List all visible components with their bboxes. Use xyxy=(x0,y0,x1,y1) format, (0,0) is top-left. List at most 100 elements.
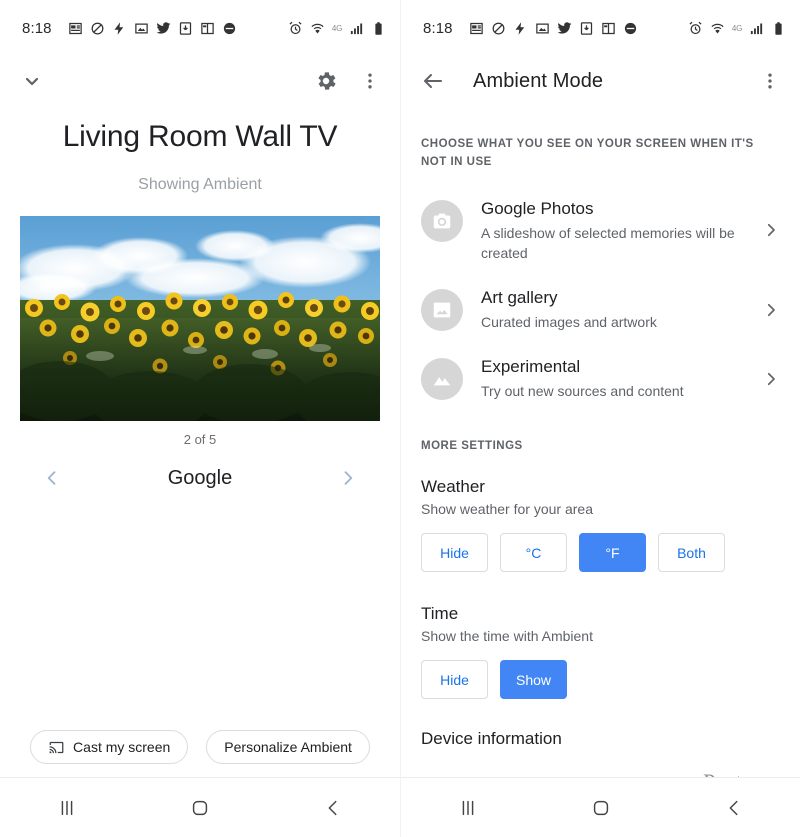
time-setting: Time Show the time with Ambient Hide Sho… xyxy=(401,604,800,700)
no-sim-icon xyxy=(491,21,506,36)
weather-option-celsius[interactable]: °C xyxy=(500,533,567,573)
cast-my-screen-label: Cast my screen xyxy=(73,739,171,755)
list-item-description: A slideshow of selected memories will be… xyxy=(481,224,735,261)
photo-icon xyxy=(535,21,550,36)
list-item-google-photos[interactable]: Google Photos A slideshow of selected me… xyxy=(401,186,800,276)
twitter-icon xyxy=(557,21,572,36)
more-notifications-icon xyxy=(222,21,237,36)
recents-icon[interactable] xyxy=(56,797,78,819)
chevron-down-icon[interactable] xyxy=(20,69,44,93)
news-icon xyxy=(469,21,484,36)
status-bar-clock-2: 8:18 xyxy=(423,19,453,37)
status-bar-left: 8:18 4G xyxy=(0,0,400,56)
photo-icon xyxy=(134,21,149,36)
time-description: Show the time with Ambient xyxy=(421,628,593,645)
chevron-right-icon[interactable] xyxy=(338,465,358,491)
book-icon xyxy=(200,21,215,36)
left-bottom-actions: Cast my screen Personalize Ambient xyxy=(0,730,400,764)
weather-description: Show weather for your area xyxy=(421,501,593,518)
gear-icon[interactable] xyxy=(314,69,338,93)
battery-icon xyxy=(371,21,386,36)
list-item-experimental[interactable]: Experimental Try out new sources and con… xyxy=(401,344,800,413)
list-item-art-gallery[interactable]: Art gallery Curated images and artwork xyxy=(401,275,800,344)
time-options: Hide Show xyxy=(421,660,780,700)
ambient-source-carousel: Google xyxy=(0,465,400,491)
android-nav-bar-left xyxy=(0,777,400,837)
signal-icon xyxy=(349,21,364,36)
dual-screenshot: 8:18 4G Living Room Wall TV Showing Ambi… xyxy=(0,0,800,837)
status-bar-right-group-2: 4G xyxy=(688,21,786,36)
arrow-left-icon[interactable] xyxy=(421,69,445,93)
status-bar-left-group: 8:18 xyxy=(22,20,288,37)
device-status-text: Showing Ambient xyxy=(138,176,262,193)
wifi-icon xyxy=(310,21,325,36)
signal-icon xyxy=(749,21,764,36)
weather-options: Hide °C °F Both xyxy=(421,533,780,573)
weather-setting: Weather Show weather for your area Hide … xyxy=(401,477,800,573)
device-information-row[interactable]: Device information xyxy=(401,729,800,749)
twitter-icon xyxy=(156,21,171,36)
wifi-icon xyxy=(710,21,725,36)
no-sim-icon xyxy=(90,21,105,36)
flash-icon xyxy=(513,21,528,36)
cast-my-screen-button[interactable]: Cast my screen xyxy=(30,730,189,764)
camera-icon xyxy=(421,199,463,242)
chevron-right-icon[interactable] xyxy=(762,370,780,388)
personalize-ambient-label: Personalize Ambient xyxy=(224,739,352,755)
carousel-source-label: Google xyxy=(167,466,233,489)
image-icon xyxy=(421,289,463,332)
list-item-text: Experimental Try out new sources and con… xyxy=(481,356,744,401)
back-icon[interactable] xyxy=(723,797,745,819)
left-header-actions xyxy=(314,69,380,93)
back-icon[interactable] xyxy=(322,797,344,819)
list-item-text: Google Photos A slideshow of selected me… xyxy=(481,198,744,264)
sunflower-field-photo xyxy=(20,216,380,421)
page-title: Ambient Mode xyxy=(473,69,604,92)
network-type-label-2: 4G xyxy=(731,23,742,33)
weather-title: Weather xyxy=(421,477,485,497)
personalize-ambient-button[interactable]: Personalize Ambient xyxy=(206,730,370,764)
weather-option-both[interactable]: Both xyxy=(658,533,725,573)
book-icon xyxy=(601,21,616,36)
network-type-label: 4G xyxy=(331,23,342,33)
status-bar-right: 8:18 4G xyxy=(401,0,800,56)
list-item-title: Art gallery xyxy=(481,288,558,308)
ambient-mode-header: Ambient Mode xyxy=(401,56,800,106)
status-bar-left-group-2: 8:18 xyxy=(423,20,688,37)
more-vertical-icon[interactable] xyxy=(760,69,780,93)
chevron-right-icon[interactable] xyxy=(762,221,780,239)
chevron-left-icon[interactable] xyxy=(42,465,62,491)
list-item-text: Art gallery Curated images and artwork xyxy=(481,287,744,332)
news-icon xyxy=(68,21,83,36)
time-option-show[interactable]: Show xyxy=(500,660,567,700)
time-title: Time xyxy=(421,604,459,624)
battery-icon xyxy=(771,21,786,36)
alarm-icon xyxy=(688,21,703,36)
time-option-hide[interactable]: Hide xyxy=(421,660,488,700)
left-app-header xyxy=(0,56,400,106)
right-phone-screen: 8:18 4G Ambient Mode CHOOSE WHAT YOU SEE… xyxy=(400,0,800,837)
home-icon[interactable] xyxy=(189,797,211,819)
home-icon[interactable] xyxy=(590,797,612,819)
list-item-title: Experimental xyxy=(481,357,581,377)
cast-icon xyxy=(48,740,65,755)
android-nav-bar-right xyxy=(401,777,800,837)
status-bar-clock: 8:18 xyxy=(22,19,52,37)
flash-icon xyxy=(112,21,127,36)
download-icon xyxy=(178,21,193,36)
more-vertical-icon[interactable] xyxy=(360,69,380,93)
more-notifications-icon xyxy=(623,21,638,36)
weather-option-fahrenheit[interactable]: °F xyxy=(579,533,646,573)
weather-option-hide[interactable]: Hide xyxy=(421,533,488,573)
photo-counter: 2 of 5 xyxy=(183,432,217,447)
page-title: Living Room Wall TV xyxy=(62,120,338,153)
list-item-description: Curated images and artwork xyxy=(481,314,657,331)
list-item-description: Try out new sources and content xyxy=(481,383,684,400)
left-phone-screen: 8:18 4G Living Room Wall TV Showing Ambi… xyxy=(0,0,400,837)
chevron-right-icon[interactable] xyxy=(762,301,780,319)
recents-icon[interactable] xyxy=(457,797,479,819)
ambient-photo-preview[interactable] xyxy=(20,216,380,421)
ambient-source-list: Google Photos A slideshow of selected me… xyxy=(401,186,800,414)
section-header-more-settings: MORE SETTINGS xyxy=(421,439,523,452)
alarm-icon xyxy=(288,21,303,36)
